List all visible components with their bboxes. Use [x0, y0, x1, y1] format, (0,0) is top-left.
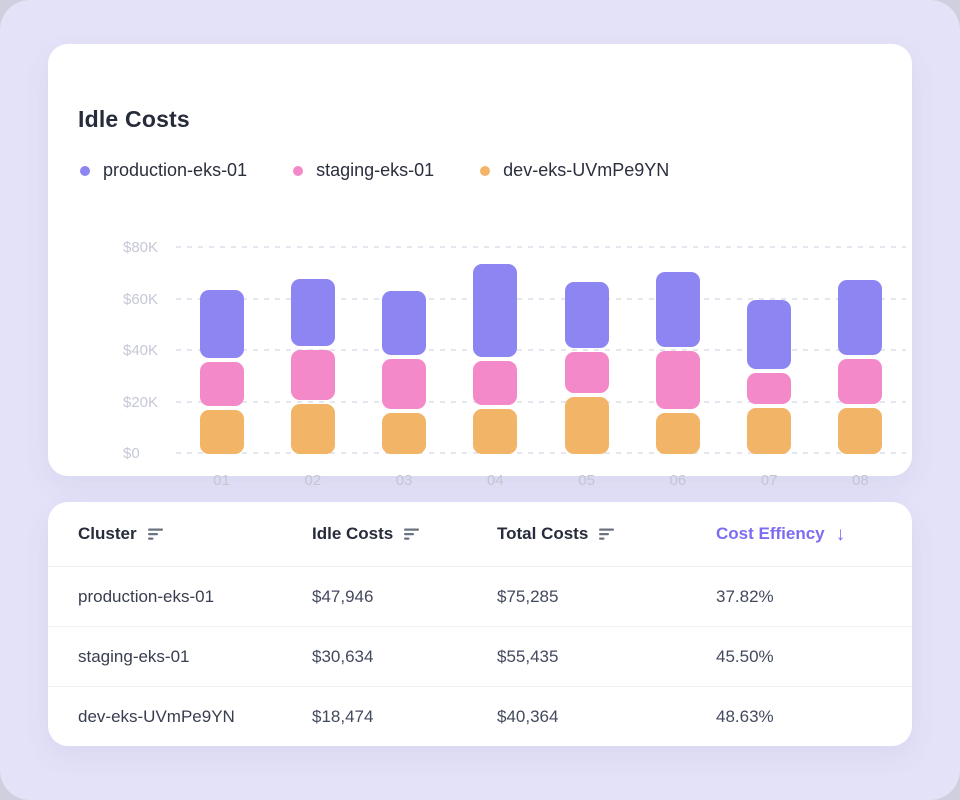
- legend-label: dev-eks-UVmPe9YN: [503, 160, 669, 181]
- cell-total_costs: $40,364: [497, 707, 716, 727]
- sort-icon: [148, 527, 164, 541]
- cell-idle_costs: $47,946: [312, 587, 497, 607]
- x-axis-tick: 08: [815, 472, 906, 489]
- cell-cluster: dev-eks-UVmPe9YN: [78, 707, 312, 727]
- table-body: production-eks-01$47,946$75,28537.82%sta…: [48, 567, 912, 747]
- bar-segment-staging-eks-01: [382, 359, 426, 409]
- bar-segment-staging-eks-01: [565, 352, 609, 393]
- table-row: staging-eks-01$30,634$55,43545.50%: [48, 627, 912, 687]
- column-header-label: Idle Costs: [312, 524, 393, 544]
- y-axis-tick: $20K: [123, 394, 158, 411]
- column-header-label: Cluster: [78, 524, 137, 544]
- bar-segment-dev-eks-UVmPe9YN: [291, 404, 335, 454]
- bar-segment-production-eks-01: [747, 300, 791, 369]
- arrow-down-icon: ↓: [836, 525, 846, 544]
- legend-label: production-eks-01: [103, 160, 247, 181]
- x-axis-labels: 0102030405060708: [176, 472, 906, 489]
- table-row: dev-eks-UVmPe9YN$18,474$40,36448.63%: [48, 687, 912, 747]
- column-header-cost-effiency[interactable]: Cost Effiency ↓: [716, 524, 882, 544]
- bar-03: [359, 248, 450, 454]
- y-axis-labels: $0$20K$40K$60K$80K: [123, 248, 171, 454]
- bar-segment-production-eks-01: [382, 291, 426, 355]
- bar-segment-production-eks-01: [200, 290, 244, 358]
- x-axis-tick: 07: [724, 472, 815, 489]
- bar-segment-dev-eks-UVmPe9YN: [565, 397, 609, 454]
- y-axis-tick: $80K: [123, 239, 158, 256]
- cell-total_costs: $55,435: [497, 647, 716, 667]
- bar-segment-dev-eks-UVmPe9YN: [382, 413, 426, 454]
- column-header-label: Cost Effiency: [716, 524, 825, 544]
- cell-cluster: production-eks-01: [78, 587, 312, 607]
- bar-segment-dev-eks-UVmPe9YN: [473, 409, 517, 454]
- legend-label: staging-eks-01: [316, 160, 434, 181]
- x-axis-tick: 02: [267, 472, 358, 489]
- legend-dot-icon: [80, 166, 90, 176]
- bar-01: [176, 248, 267, 454]
- legend-item-staging-eks-01[interactable]: staging-eks-01: [293, 160, 434, 181]
- chart-plot-area: [176, 248, 906, 454]
- sort-icon: [599, 527, 615, 541]
- column-header-label: Total Costs: [497, 524, 588, 544]
- cell-cluster: staging-eks-01: [78, 647, 312, 667]
- bar-07: [724, 248, 815, 454]
- x-axis-tick: 06: [632, 472, 723, 489]
- clusters-table-card: Cluster Idle Costs Total Costs Cost Effienc…: [48, 502, 912, 746]
- legend-item-production-eks-01[interactable]: production-eks-01: [80, 160, 247, 181]
- bar-segment-staging-eks-01: [291, 350, 335, 400]
- column-header-total-costs[interactable]: Total Costs: [497, 524, 716, 544]
- cell-total_costs: $75,285: [497, 587, 716, 607]
- bar-04: [450, 248, 541, 454]
- chart-legend: production-eks-01 staging-eks-01 dev-eks-U…: [80, 160, 669, 181]
- cell-cost_efficiency: 45.50%: [716, 647, 882, 667]
- x-axis-tick: 03: [359, 472, 450, 489]
- x-axis-tick: 01: [176, 472, 267, 489]
- table-row: production-eks-01$47,946$75,28537.82%: [48, 567, 912, 627]
- bar-05: [541, 248, 632, 454]
- legend-dot-icon: [480, 166, 490, 176]
- bar-segment-dev-eks-UVmPe9YN: [656, 413, 700, 454]
- dashboard-panel: Idle Costs production-eks-01 staging-eks-…: [0, 0, 960, 800]
- bar-08: [815, 248, 906, 454]
- idle-costs-chart-card: Idle Costs production-eks-01 staging-eks-…: [48, 44, 912, 476]
- bar-segment-production-eks-01: [656, 272, 700, 347]
- bar-segment-staging-eks-01: [473, 361, 517, 405]
- bar-segment-staging-eks-01: [656, 351, 700, 409]
- cell-cost_efficiency: 48.63%: [716, 707, 882, 727]
- bar-segment-staging-eks-01: [838, 359, 882, 404]
- table-header-row: Cluster Idle Costs Total Costs Cost Effienc…: [48, 502, 912, 567]
- y-axis-tick: $40K: [123, 342, 158, 359]
- bar-segment-production-eks-01: [565, 282, 609, 348]
- legend-item-dev-eks-UVmPe9YN[interactable]: dev-eks-UVmPe9YN: [480, 160, 669, 181]
- bar-segment-dev-eks-UVmPe9YN: [747, 408, 791, 454]
- bar-02: [267, 248, 358, 454]
- legend-dot-icon: [293, 166, 303, 176]
- column-header-idle-costs[interactable]: Idle Costs: [312, 524, 497, 544]
- bar-segment-staging-eks-01: [747, 373, 791, 404]
- column-header-cluster[interactable]: Cluster: [78, 524, 312, 544]
- y-axis-tick: $60K: [123, 291, 158, 308]
- bar-06: [632, 248, 723, 454]
- x-axis-tick: 05: [541, 472, 632, 489]
- cell-idle_costs: $30,634: [312, 647, 497, 667]
- bar-segment-production-eks-01: [291, 279, 335, 346]
- bar-segment-staging-eks-01: [200, 362, 244, 406]
- bar-chart: [176, 248, 906, 454]
- cell-idle_costs: $18,474: [312, 707, 497, 727]
- x-axis-tick: 04: [450, 472, 541, 489]
- cell-cost_efficiency: 37.82%: [716, 587, 882, 607]
- y-axis-tick: $0: [123, 445, 140, 462]
- sort-icon: [404, 527, 420, 541]
- bar-segment-production-eks-01: [838, 280, 882, 355]
- bar-segment-dev-eks-UVmPe9YN: [200, 410, 244, 454]
- bar-segment-production-eks-01: [473, 264, 517, 357]
- page-title: Idle Costs: [78, 106, 190, 133]
- bar-segment-dev-eks-UVmPe9YN: [838, 408, 882, 454]
